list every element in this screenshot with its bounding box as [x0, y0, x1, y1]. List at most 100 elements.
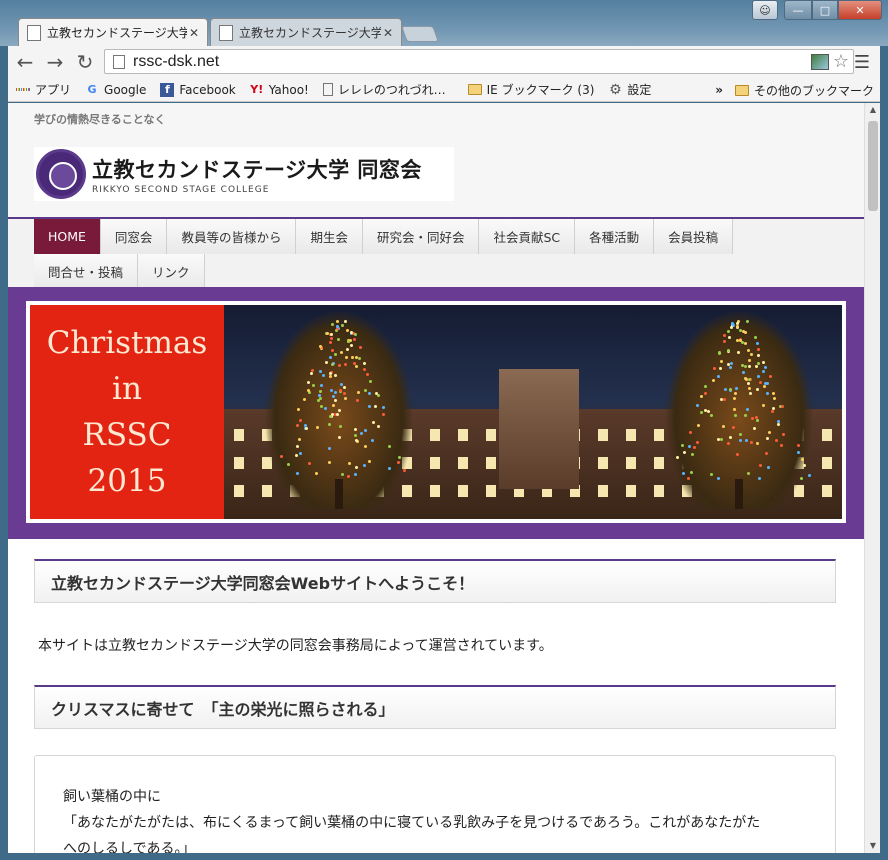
bookmark-settings[interactable]: ⚙ 設定 — [608, 81, 651, 98]
tree-light — [712, 366, 716, 370]
logo-title: 立教セカンドステージ大学 同窓会 — [92, 157, 422, 182]
tree-light — [757, 476, 761, 480]
tree-light — [763, 384, 767, 388]
tree-light — [358, 357, 362, 361]
tree-light — [336, 320, 340, 324]
close-tab-icon[interactable]: ✕ — [187, 26, 201, 40]
tree-light — [338, 436, 342, 440]
tree-light — [377, 393, 381, 397]
tree-light — [296, 445, 300, 449]
address-bar[interactable]: rssc-dsk.net ☆ — [104, 49, 854, 74]
bookmark-google[interactable]: G Google — [85, 83, 147, 97]
building-window-light — [822, 429, 832, 441]
scroll-down-arrow-icon[interactable]: ▼ — [865, 839, 881, 853]
minimize-button[interactable]: — — [784, 0, 812, 20]
tree-light — [722, 398, 726, 402]
tree-light — [331, 363, 334, 367]
post-line-1: 飼い葉桶の中に — [63, 789, 161, 805]
bookmark-label: その他のブックマーク — [753, 83, 874, 98]
bookmark-apps[interactable]: アプリ — [15, 81, 71, 98]
url-text[interactable]: rssc-dsk.net — [133, 53, 811, 71]
building-window-light — [598, 485, 608, 497]
building-window-light — [486, 457, 496, 469]
bookmark-rerere[interactable]: レレレのつれづれ… — [322, 81, 446, 98]
menu-hamburger-icon[interactable]: ☰ — [850, 50, 874, 74]
tree-light — [733, 414, 737, 418]
tree-light — [723, 340, 727, 344]
tree-light — [745, 320, 749, 324]
tree-light — [306, 381, 310, 385]
tree-light — [370, 439, 374, 443]
user-profile-button[interactable]: ☺ — [752, 0, 778, 20]
tree-light — [398, 456, 402, 460]
tab-inactive[interactable]: 立教セカンドステージ大学 ✕ — [210, 18, 402, 46]
vertical-scrollbar[interactable]: ▲ ▼ — [864, 103, 880, 853]
bookmarks-overflow-chevron[interactable]: » — [715, 83, 723, 97]
back-arrow-icon[interactable]: ← — [12, 49, 38, 75]
tree-light — [329, 389, 333, 393]
tree-light — [338, 363, 342, 367]
tree-light — [387, 467, 391, 471]
nav-row-1: HOME 同窓会 教員等の皆様から 期生会 研究会・同好会 社会貢献SC 各種活… — [34, 219, 734, 254]
tree-light — [329, 414, 333, 418]
tree-light — [807, 473, 811, 477]
bookmark-ie-folder[interactable]: IE ブックマーク (3) — [467, 81, 594, 98]
bookmark-other[interactable]: その他のブックマーク — [734, 82, 874, 99]
nav-item-home[interactable]: HOME — [34, 219, 101, 254]
tree-light — [716, 477, 720, 481]
tree-light — [345, 355, 349, 359]
tree-light — [332, 395, 336, 399]
banner-line-4: 2015 — [87, 463, 167, 499]
close-tab-icon[interactable]: ✕ — [381, 26, 395, 40]
tree-light — [342, 386, 346, 390]
tree-light — [343, 391, 347, 395]
nav-item-alumni[interactable]: 同窓会 — [100, 219, 168, 254]
nav-item-faculty[interactable]: 教員等の皆様から — [167, 219, 297, 254]
tree-light — [354, 333, 358, 337]
nav-item-links[interactable]: リンク — [138, 254, 205, 289]
tree-light — [717, 375, 721, 379]
tree-light — [696, 423, 700, 427]
nav-item-clubs[interactable]: 研究会・同好会 — [362, 219, 480, 254]
christmas-tree-left — [264, 309, 414, 509]
tree-light — [365, 373, 369, 377]
tree-light — [328, 340, 332, 344]
tree-light — [363, 445, 367, 449]
tree-light — [731, 426, 735, 430]
bookmark-facebook[interactable]: f Facebook — [160, 82, 236, 97]
tree-light — [691, 453, 695, 457]
tree-light — [755, 442, 759, 446]
nav-item-social-contribution[interactable]: 社会貢献SC — [479, 219, 576, 254]
nav-item-contact[interactable]: 問合せ・投稿 — [34, 254, 139, 289]
maximize-button[interactable]: □ — [812, 0, 838, 20]
reload-icon[interactable]: ↻ — [72, 49, 98, 75]
new-tab-button[interactable] — [401, 26, 439, 42]
tab-active[interactable]: 立教セカンドステージ大学 ✕ — [18, 18, 208, 46]
site-logo[interactable]: 立教セカンドステージ大学 同窓会 RIKKYO SECOND STAGE COL… — [34, 147, 454, 201]
extension-image-icon[interactable] — [810, 53, 829, 70]
close-window-button[interactable]: ✕ — [838, 0, 882, 20]
scroll-thumb[interactable] — [868, 121, 878, 211]
nav-item-class-association[interactable]: 期生会 — [296, 219, 363, 254]
folder-icon — [467, 83, 482, 97]
scroll-up-arrow-icon[interactable]: ▲ — [865, 103, 881, 117]
tree-light — [704, 384, 708, 388]
page-viewport: 学びの情熱尽きることなく 立教セカンドステージ大学 同窓会 RIKKYO SEC… — [8, 103, 864, 853]
tree-light — [707, 410, 711, 414]
tree-light — [747, 382, 751, 386]
tree-light — [354, 427, 358, 431]
tree-light — [734, 392, 738, 396]
google-icon: G — [87, 83, 97, 96]
building-window-light — [430, 429, 440, 441]
bookmark-yahoo[interactable]: Y! Yahoo! — [250, 83, 309, 97]
nav-item-activities[interactable]: 各種活動 — [575, 219, 655, 254]
tree-light — [720, 397, 724, 401]
tree-light — [802, 463, 806, 467]
nav-item-member-posts[interactable]: 会員投稿 — [654, 219, 734, 254]
tree-light — [337, 338, 341, 342]
bookmark-star-icon[interactable]: ☆ — [833, 51, 849, 72]
tree-light — [329, 355, 333, 359]
forward-arrow-icon[interactable]: → — [42, 49, 68, 75]
tab-title: 立教セカンドステージ大学 — [239, 26, 381, 40]
site-tagline: 学びの情熱尽きることなく — [34, 113, 166, 126]
